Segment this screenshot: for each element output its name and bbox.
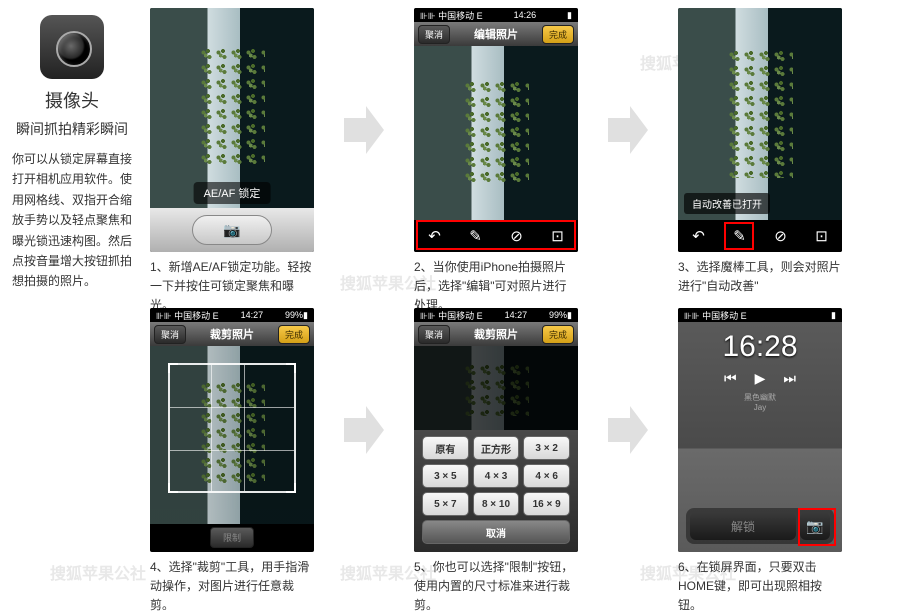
aspect-8x10[interactable]: 8 × 10 — [473, 492, 520, 516]
cancel-button[interactable]: 聚消 — [418, 25, 450, 44]
phone-edit: ⊪⊪ 中国移动 E14:26▮ 聚消 编辑照片 完成 ↶ ✎ ⊘ ⊡ — [414, 8, 578, 252]
step-6: ⊪⊪ 中国移动 E▮ 16:28 ⏮ ▶ ⏭ 黑色幽默 Jay 解锁 📷 — [678, 308, 842, 616]
phone-auto-enhance: 自动改善已打开 ↶ ✎ ⊘ ⊡ — [678, 8, 842, 252]
ae-af-lock-label: AE/AF 锁定 — [194, 182, 271, 204]
aspect-square[interactable]: 正方形 — [473, 436, 520, 460]
caption-6: 6、在锁屏界面，只要双击HOME键，即可出现照相按钮。 — [678, 558, 842, 616]
status-time: 14:26 — [514, 10, 537, 20]
lock-time: 16:28 — [678, 330, 842, 364]
phone-camera: AE/AF 锁定 📷 — [150, 8, 314, 252]
step-2: ⊪⊪ 中国移动 E14:26▮ 聚消 编辑照片 完成 ↶ ✎ ⊘ ⊡ 2、当你使… — [414, 8, 578, 316]
track-name: 黑色幽默 — [678, 393, 842, 403]
step-4: ⊪⊪ 中国移动 E 14:27 99%▮ 聚消 裁剪照片 完成 限制 4、选择"裁剪… — [150, 308, 314, 616]
caption-5: 5、你也可以选择"限制"按钮，使用内置的尺寸标准来进行裁剪。 — [414, 558, 578, 616]
aspect-4x6[interactable]: 4 × 6 — [523, 464, 570, 488]
step-5: ⊪⊪ 中国移动 E 14:27 99%▮ 聚消 裁剪照片 完成 原有 正方形 3 ×… — [414, 308, 578, 616]
arrow-icon — [344, 106, 384, 154]
app-subtitle: 瞬间抓拍精彩瞬间 — [12, 119, 132, 139]
app-description: 你可以从锁定屏幕直接打开相机应用软件。使用网格线、双指开合缩放手势以及轻点聚焦和… — [12, 149, 132, 292]
status-battery: 99%▮ — [549, 310, 572, 321]
arrow-icon — [344, 406, 384, 454]
play-icon[interactable]: ▶ — [755, 370, 766, 387]
cancel-button[interactable]: 聚消 — [154, 325, 186, 344]
edit-toolbar: ↶ ✎ ⊘ ⊡ — [678, 220, 842, 252]
aspect-3x2[interactable]: 3 × 2 — [523, 436, 570, 460]
step-1: AE/AF 锁定 📷 1、新增AE/AF锁定功能。轻按一下并按住可锁定聚焦和曝光… — [150, 8, 314, 316]
cancel-button[interactable]: 聚消 — [418, 325, 450, 344]
save-button[interactable]: 完成 — [278, 325, 310, 344]
header-title: 裁剪照片 — [210, 326, 254, 342]
caption-4: 4、选择"裁剪"工具，用手指滑动操作，对图片进行任意裁剪。 — [150, 558, 314, 616]
highlight-box — [798, 508, 836, 546]
aspect-original[interactable]: 原有 — [422, 436, 469, 460]
auto-enhance-banner: 自动改善已打开 — [684, 193, 770, 214]
watermark: 搜狐苹果公社 — [50, 560, 146, 584]
rotate-icon[interactable]: ↶ — [689, 227, 709, 245]
header-title: 编辑照片 — [474, 26, 518, 42]
camera-app-icon — [40, 15, 104, 79]
caption-3: 3、选择魔棒工具，则会对照片进行"自动改善" — [678, 258, 842, 296]
intro-sidebar: 摄像头 瞬间抓拍精彩瞬间 你可以从锁定屏幕直接打开相机应用软件。使用网格线、双指… — [12, 15, 132, 292]
status-carrier: ⊪⊪ 中国移动 E — [684, 309, 747, 322]
phone-crop: ⊪⊪ 中国移动 E 14:27 99%▮ 聚消 裁剪照片 完成 限制 — [150, 308, 314, 552]
save-button[interactable]: 完成 — [542, 25, 574, 44]
aspect-keypad: 原有 正方形 3 × 2 3 × 5 4 × 3 4 × 6 5 × 7 8 ×… — [414, 430, 578, 552]
aspect-3x5[interactable]: 3 × 5 — [422, 464, 469, 488]
status-battery: 99%▮ — [285, 310, 308, 321]
shutter-bar: 📷 — [150, 208, 314, 252]
next-track-icon[interactable]: ⏭ — [783, 370, 796, 387]
aspect-16x9[interactable]: 16 × 9 — [523, 492, 570, 516]
save-button[interactable]: 完成 — [542, 325, 574, 344]
status-battery: ▮ — [831, 310, 836, 321]
arrow-icon — [608, 106, 648, 154]
prev-track-icon[interactable]: ⏮ — [724, 370, 737, 387]
phone-lockscreen: ⊪⊪ 中国移动 E▮ 16:28 ⏮ ▶ ⏭ 黑色幽默 Jay 解锁 📷 — [678, 308, 842, 552]
aspect-4x3[interactable]: 4 × 3 — [473, 464, 520, 488]
status-time: 14:27 — [505, 310, 528, 320]
crop-grid[interactable] — [168, 363, 296, 493]
header-title: 裁剪照片 — [474, 326, 518, 342]
app-title: 摄像头 — [12, 87, 132, 113]
artist-name: Jay — [678, 403, 842, 413]
aspect-cancel[interactable]: 取消 — [422, 520, 570, 544]
status-carrier: ⊪⊪ 中国移动 E — [420, 9, 483, 22]
aspect-5x7[interactable]: 5 × 7 — [422, 492, 469, 516]
highlight-box — [724, 222, 754, 250]
shutter-button[interactable]: 📷 — [192, 215, 272, 245]
arrow-icon — [608, 406, 648, 454]
status-carrier: ⊪⊪ 中国移动 E — [420, 309, 483, 322]
caption-1: 1、新增AE/AF锁定功能。轻按一下并按住可锁定聚焦和曝光。 — [150, 258, 314, 316]
redeye-icon[interactable]: ⊘ — [771, 227, 791, 245]
phone-aspect: ⊪⊪ 中国移动 E 14:27 99%▮ 聚消 裁剪照片 完成 原有 正方形 3 ×… — [414, 308, 578, 552]
highlight-box — [416, 220, 576, 250]
constrain-button[interactable]: 限制 — [210, 527, 254, 548]
caption-2: 2、当你使用iPhone拍摄照片后，选择"编辑"可对照片进行处理。 — [414, 258, 578, 316]
crop-icon[interactable]: ⊡ — [812, 227, 832, 245]
status-battery: ▮ — [567, 10, 572, 21]
step-3: 自动改善已打开 ↶ ✎ ⊘ ⊡ 3、选择魔棒工具，则会对照片进行"自动改善" — [678, 8, 842, 296]
status-time: 14:27 — [241, 310, 264, 320]
unlock-slider[interactable]: 解锁 — [690, 512, 796, 540]
status-carrier: ⊪⊪ 中国移动 E — [156, 309, 219, 322]
